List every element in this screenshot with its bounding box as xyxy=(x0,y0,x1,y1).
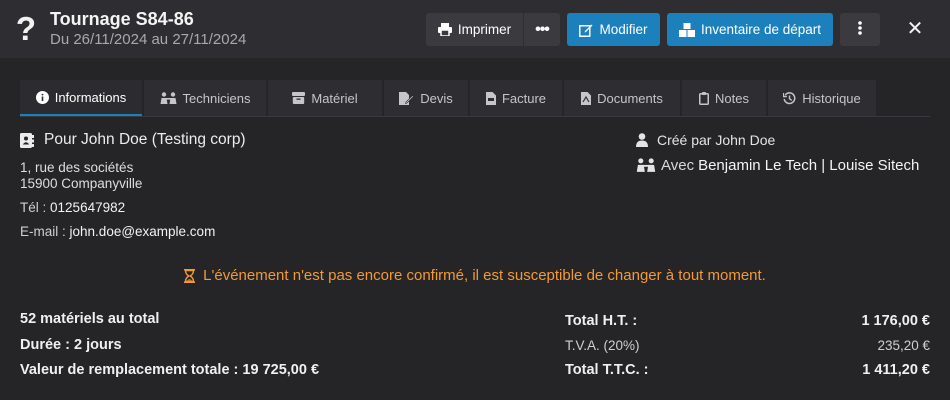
event-title: Tournage S84-86 xyxy=(50,9,194,29)
duration: Durée : 2 jours xyxy=(20,337,122,353)
user-icon xyxy=(636,133,648,147)
tab-devis[interactable]: Devis xyxy=(384,80,468,116)
tab-documents[interactable]: Documents xyxy=(564,80,680,116)
created-by: Créé par John Doe xyxy=(636,132,775,148)
tab-label: Historique xyxy=(802,90,861,106)
people-icon xyxy=(160,91,177,105)
tab-notes[interactable]: Notes xyxy=(682,80,766,116)
replacement-value: Valeur de remplacement totale : 19 725,0… xyxy=(20,362,320,378)
kebab-icon xyxy=(858,21,862,38)
question-mark-icon: ? xyxy=(15,10,37,47)
address-book-icon xyxy=(20,132,34,148)
client-line: Pour John Doe (Testing corp) xyxy=(20,131,246,149)
ellipsis-icon: ••• xyxy=(535,20,550,38)
tab-historique[interactable]: Historique xyxy=(768,80,876,116)
info-circle-icon xyxy=(35,90,49,104)
departure-inventory-label: Inventaire de départ xyxy=(700,22,822,37)
modal-header: ? Tournage S84-86 Du 26/11/2024 au 27/11… xyxy=(0,0,950,58)
with-label: Avec xyxy=(661,157,695,174)
tab-label: Informations xyxy=(54,89,127,105)
created-by-text: Créé par John Doe xyxy=(657,132,776,148)
tab-label: Facture xyxy=(501,90,547,106)
edit-icon xyxy=(579,23,593,37)
box-icon xyxy=(292,92,306,104)
tab-informations[interactable]: Informations xyxy=(20,80,142,116)
phone-label: Tél : xyxy=(20,200,47,215)
unconfirmed-warning: L'événement n'est pas encore confirmé, i… xyxy=(0,267,950,284)
tva-label: T.V.A. (20%) xyxy=(565,338,640,353)
tab-label: Notes xyxy=(715,90,749,106)
file-pdf-icon xyxy=(581,91,592,105)
boxes-icon xyxy=(678,22,695,37)
total-ttc-label: Total T.T.C. : xyxy=(565,362,649,378)
email-value[interactable]: john.doe@example.com xyxy=(70,224,216,239)
total-ttc-value: 1 411,20 € xyxy=(862,362,930,378)
history-icon xyxy=(783,91,796,105)
total-ht-value: 1 176,00 € xyxy=(861,313,930,329)
edit-button[interactable]: Modifier xyxy=(567,13,660,46)
address-line-1: 1, rue des sociétés xyxy=(20,160,134,175)
warning-text: L'événement n'est pas encore confirmé, i… xyxy=(203,267,766,284)
tva-value: 235,20 € xyxy=(877,338,930,353)
more-options-button[interactable]: ••• xyxy=(524,13,560,46)
print-button-label: Imprimer xyxy=(457,22,512,37)
close-icon[interactable]: ✕ xyxy=(903,17,927,41)
total-ht-label: Total H.T. : xyxy=(565,313,638,329)
tab-label: Documents xyxy=(597,90,663,106)
print-button[interactable]: Imprimer xyxy=(426,13,523,46)
tab-label: Matériel xyxy=(311,90,358,106)
email-label: E-mail : xyxy=(20,224,66,239)
phone-value[interactable]: 0125647982 xyxy=(50,200,125,215)
address-line-2: 15900 Companyville xyxy=(20,176,143,191)
edit-doc-icon xyxy=(399,91,415,105)
tab-materiel[interactable]: Matériel xyxy=(268,80,382,116)
vertical-menu-button[interactable] xyxy=(840,13,880,46)
materials-count: 52 matériels au total xyxy=(20,311,160,327)
technicians-line: Avec Benjamin Le Tech | Louise Sitech xyxy=(636,157,919,174)
phone: Tél : 0125647982 xyxy=(20,200,125,215)
client-name: Pour John Doe (Testing corp) xyxy=(44,131,246,148)
tab-techniciens[interactable]: Techniciens xyxy=(144,80,266,116)
technicians-names: Benjamin Le Tech | Louise Sitech xyxy=(698,157,920,174)
tab-label: Devis xyxy=(420,90,453,106)
clipboard-icon xyxy=(699,91,710,105)
edit-button-label: Modifier xyxy=(599,22,648,37)
departure-inventory-button[interactable]: Inventaire de départ xyxy=(667,13,833,46)
printer-icon xyxy=(437,23,452,36)
file-invoice-icon xyxy=(485,91,496,105)
tab-label: Techniciens xyxy=(182,90,251,106)
tab-facture[interactable]: Facture xyxy=(470,80,562,116)
people-icon xyxy=(636,158,656,173)
hourglass-icon xyxy=(184,268,196,283)
tab-bar: Informations Techniciens Matériel Devis … xyxy=(20,80,930,117)
event-dates: Du 26/11/2024 au 27/11/2024 xyxy=(50,31,247,48)
email: E-mail : john.doe@example.com xyxy=(20,224,215,239)
